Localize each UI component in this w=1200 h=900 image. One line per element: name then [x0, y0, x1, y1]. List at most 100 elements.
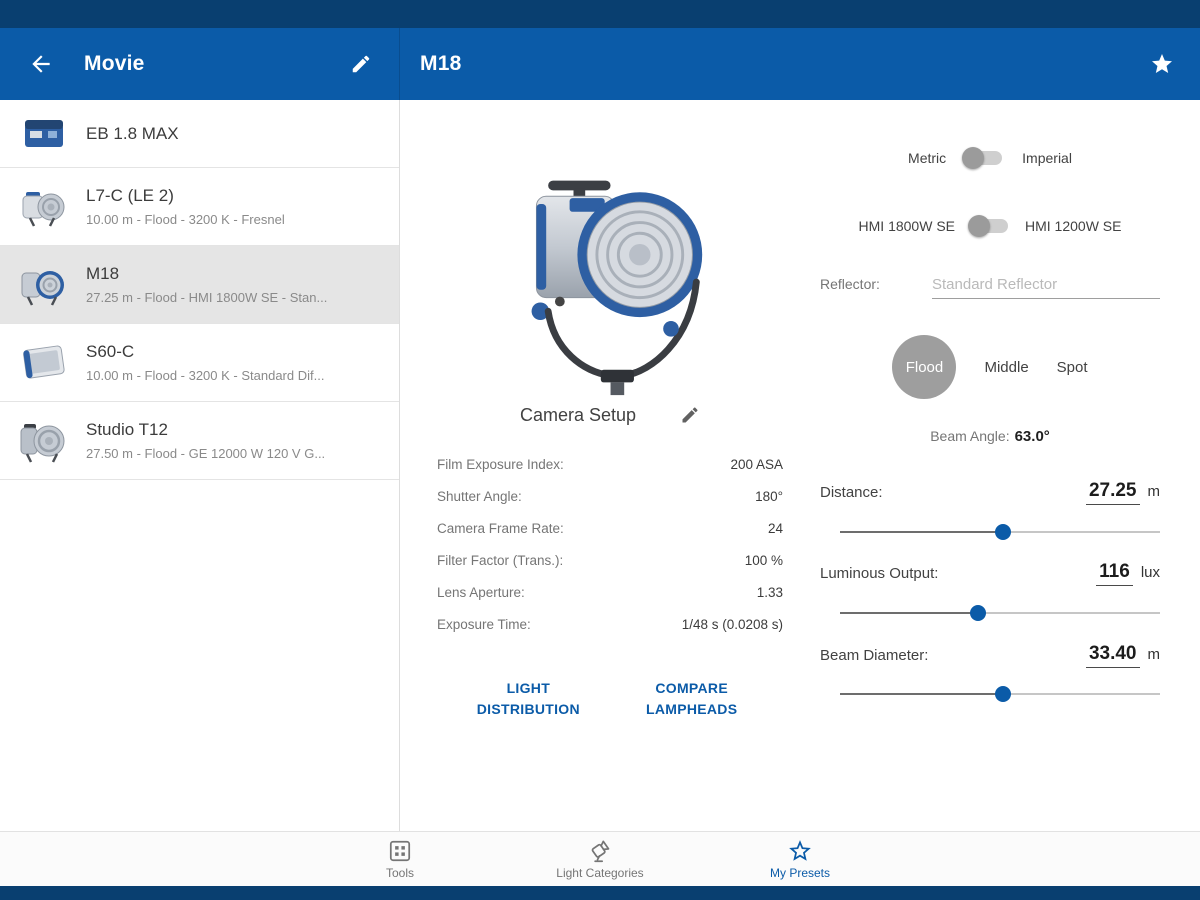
row-value: 100 % [744, 552, 783, 568]
beam-mode-row: Flood Middle Spot [820, 334, 1160, 400]
lamphead-icon [591, 840, 610, 863]
list-item-title: M18 [86, 264, 120, 283]
beam-diameter-field[interactable]: 33.40 m [1085, 643, 1161, 668]
list-item-subtitle: 10.00 m - Flood - 3200 K - Standard Dif.… [86, 368, 325, 383]
tab-label: Light Categories [556, 866, 644, 880]
table-row: Exposure Time: 1/48 s (0.0208 s) [437, 608, 783, 640]
row-value: 24 [767, 520, 783, 536]
lamp-row: HMI 1800W SE HMI 1200W SE [820, 212, 1160, 240]
distance-row: Distance: 27.25 m [820, 477, 1160, 507]
lamp-left-label[interactable]: HMI 1800W SE [859, 218, 955, 234]
favorite-button[interactable] [1150, 52, 1174, 76]
slider-thumb[interactable] [995, 524, 1012, 540]
distance-label: Distance: [820, 483, 883, 501]
star-outline-icon [789, 840, 811, 861]
group-title: Movie [84, 52, 145, 75]
back-button[interactable] [28, 51, 54, 77]
reflector-row: Reflector: Standard Reflector [820, 270, 1160, 300]
beam-angle-row: Beam Angle: 63.0° [820, 428, 1160, 445]
luminous-slider[interactable] [840, 605, 1160, 621]
camera-setup-title: Camera Setup [519, 404, 637, 425]
units-toggle[interactable] [962, 147, 1006, 169]
camera-setup-table: Film Exposure Index: 200 ASA Shutter Ang… [437, 448, 783, 640]
distance-field[interactable]: 27.25 m [1085, 480, 1161, 505]
list-item-title: L7-C (LE 2) [86, 186, 174, 205]
lamp-thumbnail [22, 191, 65, 227]
slider-thumb[interactable] [969, 605, 986, 621]
luminous-field[interactable]: 116 lux [1096, 561, 1160, 586]
light-distribution-button[interactable]: LIGHT DISTRIBUTION [463, 678, 593, 720]
camera-setup-header: Camera Setup [430, 400, 790, 430]
beam-mode-flood[interactable]: Flood [892, 335, 957, 399]
lamp-thumbnail [23, 345, 65, 379]
list-item-t12[interactable]: Studio T12 27.50 m - Flood - GE 12000 W … [0, 402, 399, 480]
luminous-unit: lux [1140, 563, 1160, 581]
slider-thumb[interactable] [995, 686, 1012, 702]
lamp-toggle[interactable] [968, 215, 1012, 237]
beam-angle-value: 63.0° [1014, 428, 1050, 445]
luminous-label: Luminous Output: [820, 564, 939, 582]
row-label: Shutter Angle: [437, 488, 522, 504]
table-row: Camera Frame Rate: 24 [437, 512, 783, 544]
row-label: Filter Factor (Trans.): [437, 552, 564, 568]
row-value: 1/48 s (0.0208 s) [681, 616, 783, 632]
units-row: Metric Imperial [820, 144, 1160, 172]
reflector-select[interactable]: Standard Reflector [932, 270, 1160, 299]
lamp-thumbnail [20, 423, 65, 463]
app-bar: Movie M18 [0, 28, 1200, 100]
beam-diameter-row: Beam Diameter: 33.40 m [820, 640, 1160, 670]
beam-diameter-value[interactable]: 33.40 [1085, 643, 1140, 668]
distance-slider[interactable] [840, 524, 1160, 540]
app-screen: Movie M18 EB 1.8 MAX L7-C (LE 2) 10.00 m… [0, 0, 1200, 900]
edit-group-button[interactable] [350, 53, 372, 75]
table-row: Film Exposure Index: 200 ASA [437, 448, 783, 480]
table-row: Shutter Angle: 180° [437, 480, 783, 512]
beam-mode-middle[interactable]: Middle [984, 359, 1028, 376]
table-row: Lens Aperture: 1.33 [437, 576, 783, 608]
android-nav-strip [0, 886, 1200, 900]
detail-title: M18 [420, 52, 462, 75]
row-label: Camera Frame Rate: [437, 520, 564, 536]
lamp-thumbnail [21, 270, 64, 306]
list-item-title: EB 1.8 MAX [86, 123, 179, 143]
pencil-icon [352, 55, 370, 73]
beam-mode-spot[interactable]: Spot [1057, 359, 1088, 376]
distance-value[interactable]: 27.25 [1085, 480, 1140, 505]
bottom-tab-bar: Tools Light Categories My Presets [0, 831, 1200, 886]
beam-diameter-unit: m [1147, 645, 1161, 663]
row-value: 1.33 [756, 584, 783, 600]
units-right-label[interactable]: Imperial [1022, 150, 1072, 166]
luminous-row: Luminous Output: 116 lux [820, 558, 1160, 588]
tab-my-presets[interactable]: My Presets [700, 832, 900, 886]
list-item-title: Studio T12 [86, 420, 168, 439]
star-icon [1152, 54, 1172, 73]
list-item-eb18max[interactable]: EB 1.8 MAX [0, 100, 399, 168]
distance-unit: m [1147, 482, 1161, 500]
preset-list: EB 1.8 MAX L7-C (LE 2) 10.00 m - Flood -… [0, 100, 400, 832]
compare-lampheads-button[interactable]: COMPARE LAMPHEADS [627, 678, 757, 720]
list-item-subtitle: 10.00 m - Flood - 3200 K - Fresnel [86, 212, 285, 227]
tab-tools[interactable]: Tools [300, 832, 500, 886]
status-bar [0, 0, 1200, 28]
lamp-right-label[interactable]: HMI 1200W SE [1025, 218, 1121, 234]
tab-light-categories[interactable]: Light Categories [500, 832, 700, 886]
pencil-icon [682, 407, 698, 423]
beam-diameter-slider[interactable] [840, 686, 1160, 702]
luminous-value[interactable]: 116 [1096, 561, 1133, 586]
row-label: Exposure Time: [437, 616, 531, 632]
tools-grid-icon [389, 840, 411, 862]
row-label: Lens Aperture: [437, 584, 525, 600]
reflector-label: Reflector: [820, 276, 880, 292]
lamphead-image [531, 180, 703, 396]
list-item-l7c[interactable]: L7-C (LE 2) 10.00 m - Flood - 3200 K - F… [0, 168, 399, 246]
list-item-m18[interactable]: M18 27.25 m - Flood - HMI 1800W SE - Sta… [0, 246, 399, 324]
app-bar-right: M18 [400, 28, 1200, 100]
row-value: 180° [755, 488, 783, 504]
beam-diameter-label: Beam Diameter: [820, 646, 929, 664]
edit-camera-setup-button[interactable] [680, 405, 700, 425]
units-left-label[interactable]: Metric [908, 150, 946, 166]
tab-label: Tools [385, 866, 414, 880]
list-item-s60c[interactable]: S60-C 10.00 m - Flood - 3200 K - Standar… [0, 324, 399, 402]
action-buttons-row: LIGHT DISTRIBUTION COMPARE LAMPHEADS [430, 678, 790, 720]
detail-panel: Metric Imperial HMI 1800W SE HMI 1200W S… [400, 100, 1200, 832]
